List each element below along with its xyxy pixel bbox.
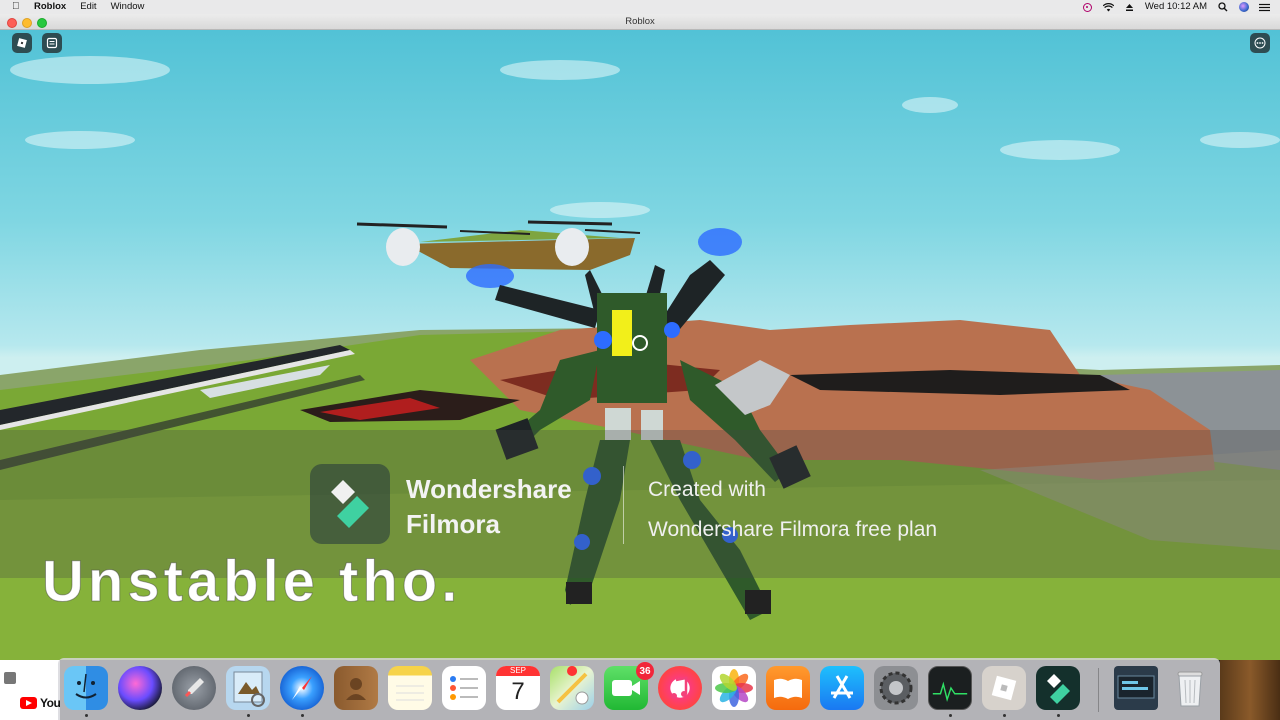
spotlight-search-icon[interactable]: [1217, 2, 1228, 13]
dock-photos[interactable]: [712, 666, 758, 712]
siri-icon: [118, 666, 162, 710]
menu-edit[interactable]: Edit: [80, 0, 96, 14]
calendar-day: 7: [511, 678, 525, 705]
books-icon: [766, 666, 810, 710]
chat-icon: [46, 37, 58, 49]
video-caption: Unstable tho.: [41, 549, 462, 615]
dock-preview[interactable]: [226, 666, 272, 717]
clouds: [10, 56, 1280, 218]
siri-icon[interactable]: [1238, 2, 1249, 13]
dock-facetime[interactable]: 36: [604, 662, 654, 712]
gear-icon: [874, 666, 918, 710]
dock-finder[interactable]: [64, 666, 110, 717]
dock-app-store[interactable]: [820, 666, 866, 712]
dock-siri[interactable]: [118, 666, 164, 712]
dock-trash[interactable]: [1168, 666, 1214, 712]
maps-icon: [550, 666, 594, 710]
menu-app-name[interactable]: Roblox: [34, 0, 66, 14]
window-title-bar: Roblox: [0, 14, 1280, 30]
photos-icon: [712, 666, 756, 710]
calendar-icon: SEP 7: [496, 666, 540, 710]
more-options-icon: [1254, 37, 1266, 49]
trash-icon: [1168, 666, 1212, 710]
control-icon[interactable]: [1259, 2, 1270, 13]
created-with-text: Created with Wondershare Filmora free pl…: [648, 470, 937, 550]
game-viewport[interactable]: Wondershare Filmora Created with Wonders…: [0, 30, 1280, 660]
notification-badge: 36: [636, 662, 654, 680]
roblox-menu-button[interactable]: [12, 33, 32, 53]
brand-line-2: Filmora: [406, 509, 500, 539]
window-title: Roblox: [625, 16, 655, 27]
app-store-icon: [820, 666, 864, 710]
status-area: Wed 10:12 AM: [1082, 0, 1280, 14]
screen-recording-icon: [1114, 666, 1158, 710]
youtube-tab[interactable]: You: [20, 696, 61, 710]
filmora-logo: [310, 464, 390, 544]
dock-contacts[interactable]: [334, 666, 380, 712]
launchpad-icon: [172, 666, 216, 710]
dock-activity-monitor[interactable]: [928, 666, 974, 717]
dock-roblox[interactable]: [982, 666, 1028, 717]
close-window-button[interactable]: [7, 18, 17, 28]
dock-screen-recording[interactable]: [1114, 666, 1160, 712]
dock-maps[interactable]: [550, 666, 596, 712]
dock-notes[interactable]: [388, 666, 434, 712]
finder-icon: [64, 666, 108, 710]
running-indicator: [949, 714, 952, 717]
more-options-button[interactable]: [1250, 33, 1270, 53]
window-controls: [7, 18, 47, 28]
drone-ship: [356, 220, 641, 270]
watermark-divider: [623, 466, 624, 544]
wifi-icon[interactable]: [1102, 2, 1114, 13]
desktop-wallpaper: [1220, 660, 1280, 720]
roblox-logo-icon: [17, 38, 27, 48]
eject-icon[interactable]: [1124, 2, 1135, 13]
desktop-file-icon[interactable]: [4, 672, 16, 684]
created-line-2: Wondershare Filmora free plan: [648, 518, 938, 541]
running-indicator: [85, 714, 88, 717]
youtube-label: You: [40, 696, 61, 710]
running-indicator: [301, 714, 304, 717]
desktop-left: [0, 660, 60, 720]
dock: SEP 7 36: [58, 658, 1220, 720]
dock-launchpad[interactable]: [172, 666, 218, 712]
filmora-icon: [1036, 666, 1080, 710]
menu-window[interactable]: Window: [111, 0, 145, 14]
chat-button[interactable]: [42, 33, 62, 53]
reminders-icon: [442, 666, 486, 710]
brand-line-1: Wondershare: [406, 474, 572, 504]
filmora-brand: Wondershare Filmora: [406, 472, 572, 542]
music-icon: [658, 666, 702, 710]
dock-calendar[interactable]: SEP 7: [496, 666, 542, 712]
menu-bar:  Roblox Edit Window Wed 10:12 AM: [0, 0, 1280, 14]
activity-monitor-icon: [928, 666, 972, 710]
screen-record-icon[interactable]: [1082, 2, 1093, 13]
dock-system-preferences[interactable]: [874, 666, 920, 712]
running-indicator: [247, 714, 250, 717]
preview-icon: [226, 666, 270, 710]
safari-icon: [280, 666, 324, 710]
youtube-icon: [20, 697, 37, 709]
calendar-month: SEP: [496, 666, 540, 676]
apple-icon[interactable]: : [12, 0, 24, 14]
dock-separator: [1098, 668, 1099, 712]
dock-reminders[interactable]: [442, 666, 488, 712]
contacts-icon: [334, 666, 378, 710]
menu-clock[interactable]: Wed 10:12 AM: [1145, 0, 1207, 14]
zoom-window-button[interactable]: [37, 18, 47, 28]
running-indicator: [1057, 714, 1060, 717]
notes-icon: [388, 666, 432, 710]
filmora-icon: [331, 480, 369, 528]
created-line-1: Created with: [648, 478, 766, 501]
running-indicator: [1003, 714, 1006, 717]
roblox-icon: [982, 666, 1026, 710]
minimize-window-button[interactable]: [22, 18, 32, 28]
dock-filmora[interactable]: [1036, 666, 1082, 717]
dock-safari[interactable]: [280, 666, 326, 717]
dock-books[interactable]: [766, 666, 812, 712]
dock-music[interactable]: [658, 666, 704, 712]
